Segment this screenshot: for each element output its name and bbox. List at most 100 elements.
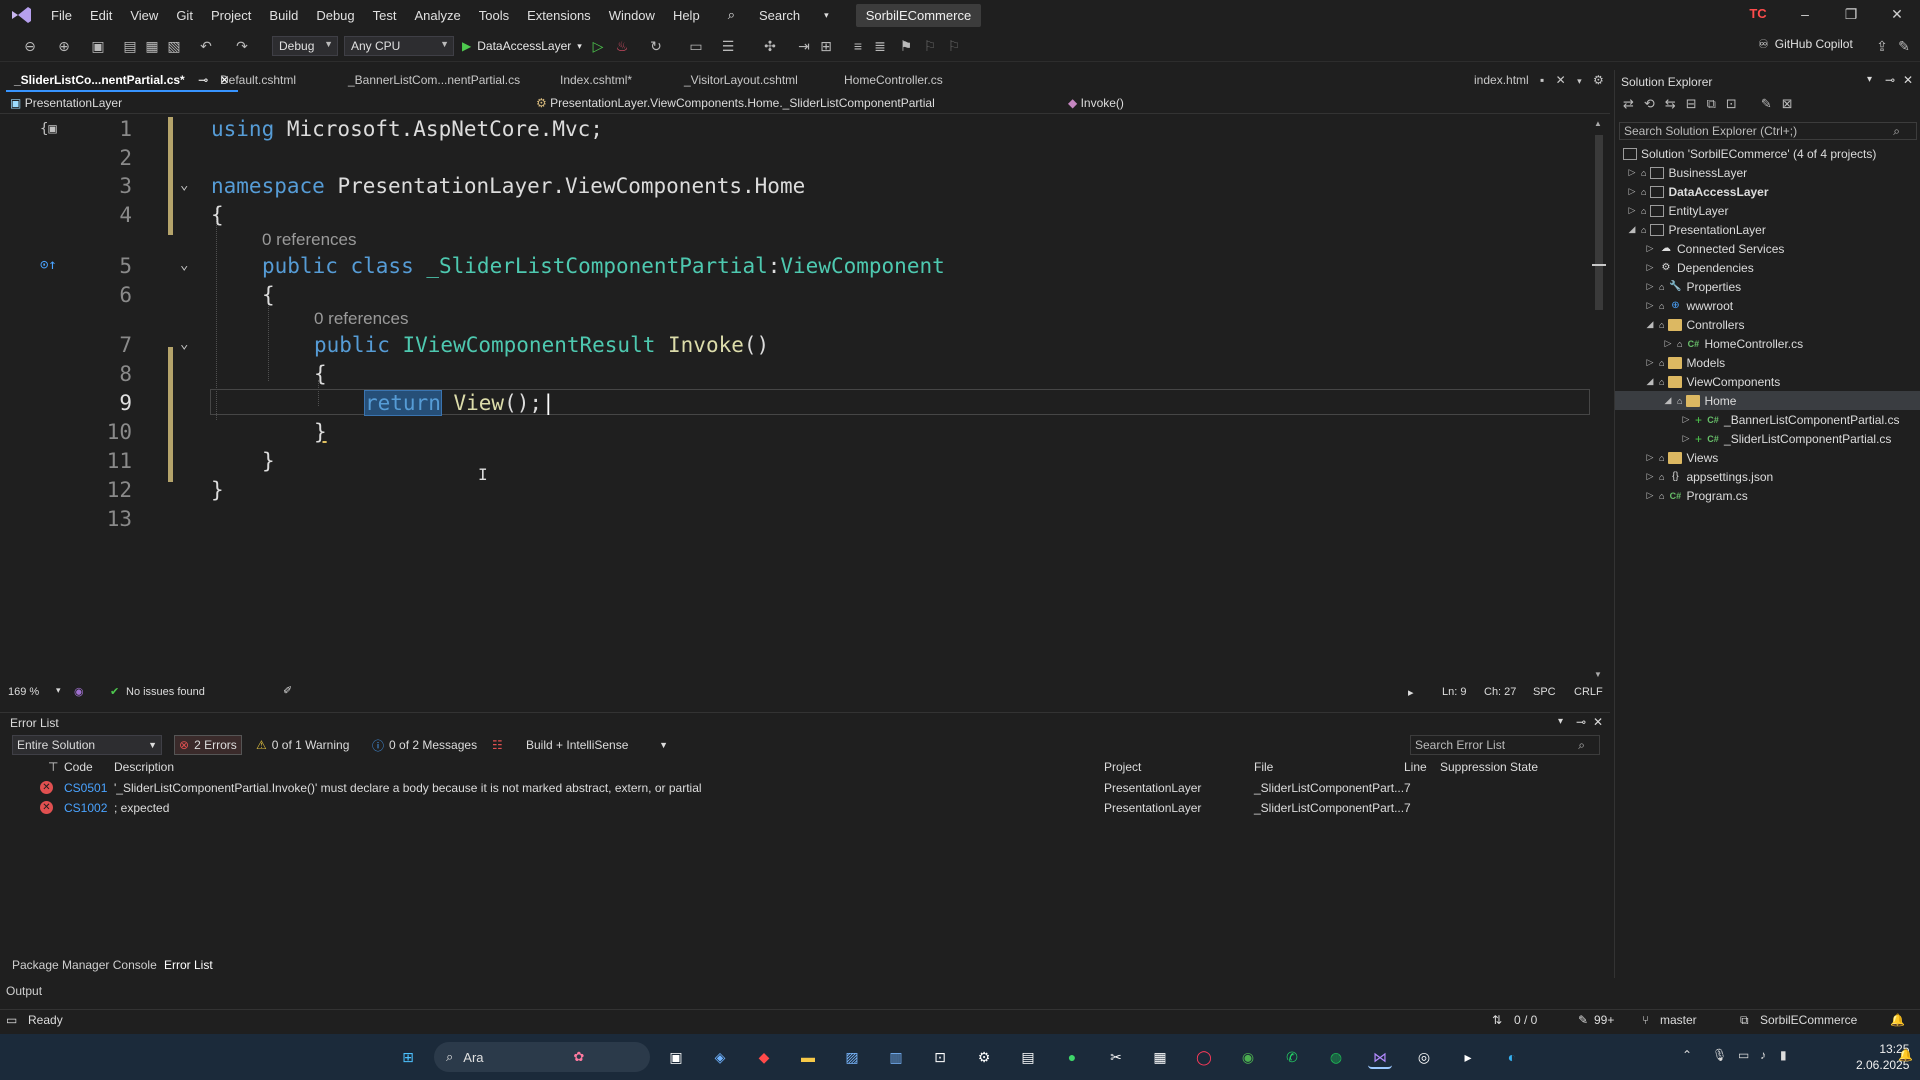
column-header-filter-icon[interactable]: ⊤ xyxy=(48,760,58,774)
filter-icon[interactable]: ☷ xyxy=(492,735,503,755)
align-icon[interactable]: ⊞ xyxy=(818,38,834,54)
undo-icon[interactable]: ↶ xyxy=(198,38,214,54)
visual-studio-taskbar-icon[interactable]: ⋈ xyxy=(1368,1045,1392,1069)
git-changes-icon[interactable]: ⇅ xyxy=(1492,1013,1502,1027)
tree-node-models[interactable]: ▷ ⌂ Models xyxy=(1645,353,1726,372)
collapse-icon[interactable]: ⌄ xyxy=(180,336,188,352)
platform-dropdown[interactable]: Any CPU ▼ xyxy=(344,36,454,56)
tree-node-viewcomponents[interactable]: ◢ ⌂ ViewComponents xyxy=(1645,372,1781,391)
error-code[interactable]: CS0501 xyxy=(64,781,107,795)
start-debugging-button[interactable]: ▶ DataAccessLayer ▾ xyxy=(462,36,582,56)
settings-icon[interactable]: ⚙ xyxy=(972,1045,996,1069)
menu-edit[interactable]: Edit xyxy=(81,8,121,23)
expand-icon[interactable]: ▷ xyxy=(1645,300,1655,311)
tree-node-homecontroller[interactable]: ▷ ⌂ C# HomeController.cs xyxy=(1663,334,1804,353)
sync-icon[interactable]: ⇄ xyxy=(1623,96,1634,112)
tree-node-wwwroot[interactable]: ▷ ⌂ ⊕ wwwroot xyxy=(1645,296,1734,315)
collapse-icon[interactable]: ◢ xyxy=(1645,319,1655,330)
save-icon[interactable]: ▦ xyxy=(144,38,160,54)
scrollbar-thumb[interactable] xyxy=(1595,135,1603,310)
bookmark-icon[interactable]: ⚑ xyxy=(898,38,914,54)
scroll-down-icon[interactable]: ▼ xyxy=(1594,670,1602,679)
tree-node-businesslayer[interactable]: ▷ ⌂ BusinessLayer xyxy=(1627,163,1748,182)
layout-icon[interactable]: ☰ xyxy=(720,38,736,54)
show-all-files-icon[interactable]: ⧉ xyxy=(1707,96,1716,112)
menu-tools[interactable]: Tools xyxy=(470,8,518,23)
new-project-icon[interactable]: ▣ xyxy=(90,38,106,54)
display-icon[interactable]: ▭ xyxy=(1738,1048,1749,1062)
code-editor[interactable]: {▣ ⊙↑ 1 2 3 4 5 6 7 8 9 10 11 12 13 ⌄ ⌄ … xyxy=(0,115,1598,670)
chevron-down-icon[interactable]: ▾ xyxy=(1867,74,1872,85)
pin-icon[interactable]: ▪ xyxy=(1540,73,1544,87)
terminal-icon[interactable]: ▸ xyxy=(1456,1045,1480,1069)
snip-tool-icon[interactable]: ✂ xyxy=(1104,1045,1128,1069)
expand-icon[interactable]: ▷ xyxy=(1645,243,1655,254)
codelens-override-icon[interactable]: ⊙↑ xyxy=(40,257,57,273)
expand-icon[interactable]: ▷ xyxy=(1627,167,1637,178)
zoom-level[interactable]: 169 % xyxy=(8,686,39,698)
tree-node-properties[interactable]: ▷ ⌂ 🔧 Properties xyxy=(1645,277,1742,296)
scroll-up-icon[interactable]: ▲ xyxy=(1594,119,1602,128)
github-copilot-button[interactable]: ♾ GitHub Copilot xyxy=(1758,37,1853,51)
whitespace-indicator[interactable]: SPC xyxy=(1533,686,1556,698)
scroll-right-icon[interactable]: ▸ xyxy=(1408,686,1414,699)
warnings-filter-toggle[interactable]: ⚠ 0 of 1 Warning xyxy=(256,735,349,755)
build-filter-dropdown[interactable]: Build + IntelliSense ▼ xyxy=(522,735,672,755)
collapse-icon[interactable]: ◢ xyxy=(1663,395,1673,406)
opera-icon[interactable]: ◯ xyxy=(1192,1045,1216,1069)
file-explorer-icon[interactable]: ▬ xyxy=(796,1045,820,1069)
error-code[interactable]: CS1002 xyxy=(64,801,107,815)
pencil-icon[interactable]: ✎ xyxy=(1578,1013,1588,1027)
column-indicator[interactable]: Ch: 27 xyxy=(1484,686,1516,698)
notification-center-icon[interactable]: 🔔 xyxy=(1898,1048,1913,1062)
code-cleanup-icon[interactable]: ✐ xyxy=(283,684,292,697)
member-dropdown[interactable]: ◆ Invoke() xyxy=(1068,96,1588,112)
github-desktop-icon[interactable]: ◎ xyxy=(1412,1045,1436,1069)
column-header-line[interactable]: Line xyxy=(1404,760,1427,774)
chart-app-icon[interactable]: ▥ xyxy=(884,1045,908,1069)
tab-homecontroller[interactable]: HomeController.cs xyxy=(836,70,951,92)
browse-icon[interactable]: ▭ xyxy=(688,38,704,54)
codelens-references[interactable]: 0 references xyxy=(314,309,409,329)
tree-node-dependencies[interactable]: ▷ ⚙ Dependencies xyxy=(1645,258,1754,277)
pin-icon[interactable]: ⊸ xyxy=(198,73,208,87)
settings-icon[interactable]: ⚙ xyxy=(1593,73,1604,87)
microphone-icon[interactable]: 🎙 xyxy=(1712,1048,1727,1062)
minimize-icon[interactable]: – xyxy=(1790,6,1820,24)
type-dropdown[interactable]: ⚙ PresentationLayer.ViewComponents.Home.… xyxy=(536,96,1056,112)
errors-filter-toggle[interactable]: ⊗ 2 Errors xyxy=(174,735,242,755)
menu-test[interactable]: Test xyxy=(364,8,406,23)
git-changes-count[interactable]: 0 / 0 xyxy=(1514,1013,1537,1027)
feedback-icon[interactable]: ✎ xyxy=(1896,38,1912,54)
menu-window[interactable]: Window xyxy=(600,8,664,23)
task-view-icon[interactable]: ▣ xyxy=(664,1045,688,1069)
menu-extensions[interactable]: Extensions xyxy=(518,8,600,23)
collapse-icon[interactable]: ◢ xyxy=(1627,224,1637,235)
menu-file[interactable]: File xyxy=(42,8,81,23)
tree-node-dataaccesslayer[interactable]: ▷ ⌂ DataAccessLayer xyxy=(1627,182,1769,201)
column-header-project[interactable]: Project xyxy=(1104,760,1141,774)
calculator-icon[interactable]: ▤ xyxy=(1016,1045,1040,1069)
share-icon[interactable]: ⇪ xyxy=(1874,38,1890,54)
copilot-status-icon[interactable]: ◉ xyxy=(74,685,84,698)
chrome-icon[interactable]: ◉ xyxy=(1236,1045,1260,1069)
tab-visitorlayout[interactable]: _VisitorLayout.cshtml xyxy=(676,70,806,92)
solution-search-input[interactable]: Search Solution Explorer (Ctrl+;) ⌕ xyxy=(1619,122,1917,140)
collapse-icon[interactable]: ◢ xyxy=(1645,376,1655,387)
column-header-file[interactable]: File xyxy=(1254,760,1273,774)
battery-icon[interactable]: ▮ xyxy=(1780,1048,1787,1062)
db-tool-icon[interactable]: ▦ xyxy=(1148,1045,1172,1069)
codelens-references[interactable]: 0 references xyxy=(262,230,357,250)
column-header-suppression[interactable]: Suppression State xyxy=(1440,760,1538,774)
menu-debug[interactable]: Debug xyxy=(307,8,363,23)
close-icon[interactable]: ✕ xyxy=(1903,73,1913,87)
line-ending-indicator[interactable]: CRLF xyxy=(1574,686,1603,698)
branch-icon[interactable]: ⑂ xyxy=(1642,1013,1649,1027)
branch-name[interactable]: master xyxy=(1660,1013,1697,1027)
expand-icon[interactable]: ▷ xyxy=(1627,186,1637,197)
pin-icon[interactable]: ⊸ xyxy=(1576,715,1586,729)
expand-icon[interactable]: ▷ xyxy=(1645,357,1655,368)
menu-project[interactable]: Project xyxy=(202,8,260,23)
pin-icon[interactable]: ⊸ xyxy=(1885,73,1895,87)
chevron-down-icon[interactable]: ▾ xyxy=(1577,76,1582,86)
